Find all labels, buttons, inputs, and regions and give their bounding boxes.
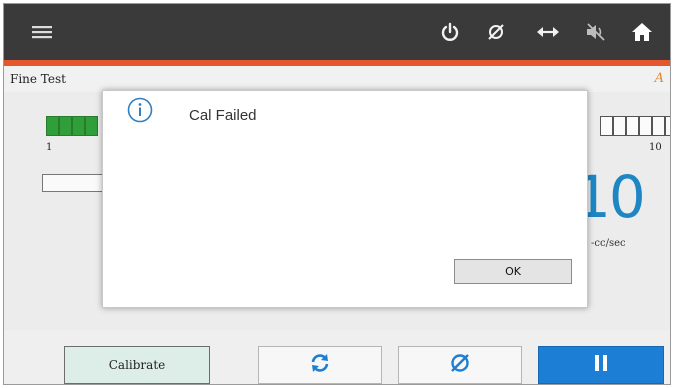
warning-glyph: A: [654, 71, 664, 86]
alert-dialog: Cal Failed OK: [102, 90, 588, 308]
power-icon[interactable]: [436, 18, 464, 46]
refresh-button[interactable]: [258, 346, 382, 384]
top-bar: [4, 4, 670, 60]
swap-arrows-icon[interactable]: [534, 18, 562, 46]
menu-icon[interactable]: [28, 18, 56, 46]
null-icon: [448, 351, 472, 380]
home-icon[interactable]: [628, 18, 656, 46]
flow-unit: -cc/sec: [591, 238, 626, 249]
device-screen: Fine Test A 1 10 10 -cc/sec Cal Failed O…: [3, 3, 671, 385]
scale-min-label: 1: [46, 142, 53, 153]
bar-segment: [665, 116, 670, 136]
bar-segment: [85, 116, 98, 136]
bar-segment: [46, 116, 59, 136]
dialog-message: Cal Failed: [189, 107, 257, 124]
pause-icon: [593, 354, 609, 377]
screen-title: Fine Test: [10, 72, 66, 86]
title-strip: Fine Test A: [4, 66, 670, 92]
pause-button[interactable]: [538, 346, 664, 384]
null-icon[interactable]: [482, 18, 510, 46]
refresh-icon: [308, 351, 332, 380]
info-icon: [127, 97, 153, 123]
bar-segment: [600, 116, 613, 136]
bar-segment: [613, 116, 626, 136]
bar-segment: [639, 116, 652, 136]
ok-button[interactable]: OK: [454, 259, 572, 284]
scale-max-label: 10: [649, 142, 662, 153]
mute-icon[interactable]: [582, 18, 610, 46]
bar-segment: [72, 116, 85, 136]
zero-button[interactable]: [398, 346, 522, 384]
calibrate-button[interactable]: Calibrate: [64, 346, 210, 384]
bar-segment: [652, 116, 665, 136]
bottom-toolbar: Calibrate: [4, 330, 670, 384]
bar-segment: [626, 116, 639, 136]
bar-segment: [59, 116, 72, 136]
